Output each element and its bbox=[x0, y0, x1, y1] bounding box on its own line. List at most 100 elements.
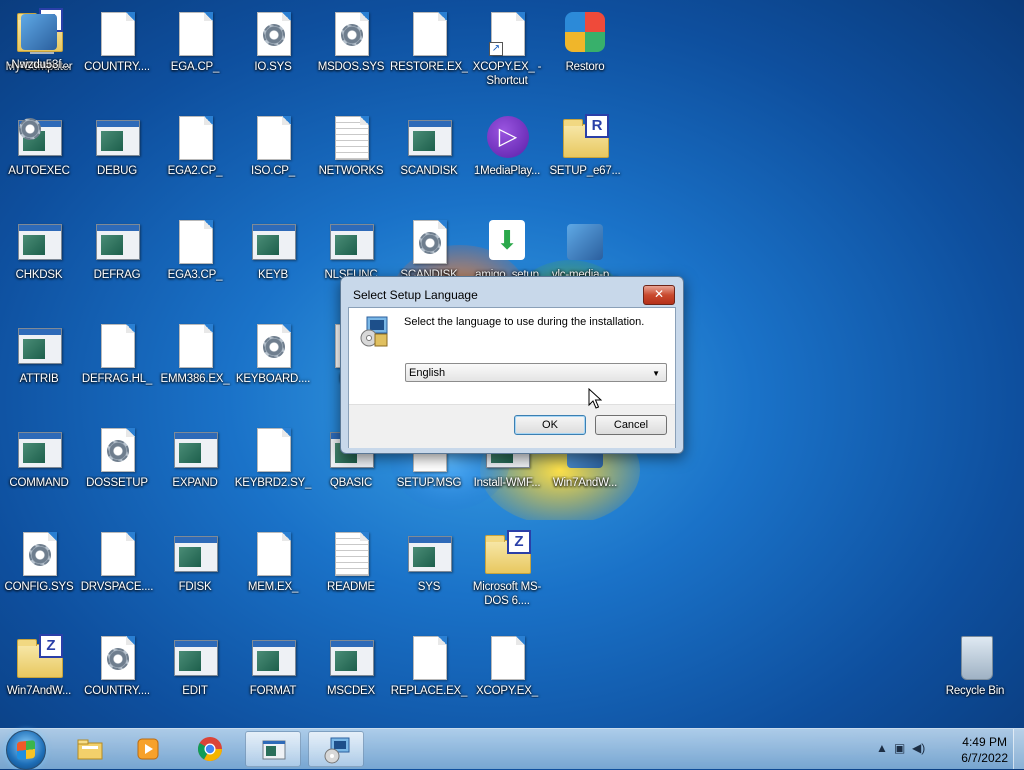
taskbar: ▲ ▣ ◀) 4:49 PM 6/7/2022 bbox=[0, 728, 1024, 770]
desktop-icon[interactable]: DEFRAG bbox=[78, 210, 156, 306]
show-desktop-button[interactable] bbox=[1013, 729, 1024, 769]
desktop-icon[interactable]: Z Win7AndW... bbox=[0, 626, 78, 722]
desktop-icon[interactable]: NETWORKS bbox=[312, 106, 390, 202]
desktop-icon-glyph: ↗ bbox=[483, 10, 531, 58]
desktop-icon[interactable]: DEBUG bbox=[78, 106, 156, 202]
file-icon bbox=[257, 116, 291, 160]
desktop-icon[interactable]: EDIT bbox=[156, 626, 234, 722]
desktop-icon[interactable]: KEYBRD2.SY_ bbox=[234, 418, 312, 514]
desktop-icon-label: COMMAND bbox=[9, 477, 69, 489]
desktop-icon[interactable]: AUTOEXEC bbox=[0, 106, 78, 202]
language-select[interactable]: English ▼ bbox=[405, 363, 667, 382]
file-icon bbox=[257, 428, 291, 472]
dialog-message: Select the language to use during the in… bbox=[404, 316, 645, 328]
network-icon[interactable]: ▣ bbox=[894, 741, 905, 755]
desktop-icon[interactable]: ▷ 1MediaPlay... bbox=[468, 106, 546, 202]
desktop-icon[interactable]: COUNTRY.... bbox=[78, 626, 156, 722]
desktop-icon[interactable]: CHKDSK bbox=[0, 210, 78, 306]
desktop-icon[interactable]: DEFRAG.HL_ bbox=[78, 314, 156, 410]
file-icon bbox=[179, 220, 213, 264]
desktop-icon-glyph bbox=[15, 426, 63, 474]
desktop-icon-label: COUNTRY.... bbox=[84, 61, 150, 73]
start-button[interactable] bbox=[6, 730, 46, 770]
desktop-icon-label: EMM386.EX_ bbox=[160, 373, 230, 385]
desktop-icon-label: IO.SYS bbox=[254, 61, 292, 73]
desktop-icon[interactable]: DOSSETUP bbox=[78, 418, 156, 514]
desktop-icon[interactable]: COUNTRY.... bbox=[78, 2, 156, 98]
desktop-icon-label: Microsoft MS-DOS 6.... bbox=[472, 581, 542, 607]
application-window-icon bbox=[96, 120, 140, 156]
clock-date: 6/7/2022 bbox=[961, 751, 1008, 765]
media-play-icon: ▷ bbox=[487, 116, 529, 158]
desktop-icon[interactable]: Z Microsoft MS-DOS 6.... bbox=[468, 522, 546, 618]
desktop-icon[interactable]: FORMAT bbox=[234, 626, 312, 722]
desktop-icon[interactable]: REPLACE.EX_ bbox=[390, 626, 468, 722]
desktop-icon[interactable]: EGA.CP_ bbox=[156, 2, 234, 98]
desktop-icon-label: Recycle Bin bbox=[945, 685, 1005, 697]
desktop-icon-glyph bbox=[15, 530, 63, 578]
desktop-icon-label: DEBUG bbox=[97, 165, 137, 177]
desktop-icon[interactable]: COMMAND bbox=[0, 418, 78, 514]
taskbar-window-app[interactable] bbox=[245, 731, 301, 767]
desktop-icon[interactable]: EMM386.EX_ bbox=[156, 314, 234, 410]
desktop-icon[interactable]: EXPAND bbox=[156, 418, 234, 514]
desktop-icon-glyph bbox=[171, 530, 219, 578]
desktop-icon-label: XCOPY.EX_ bbox=[476, 685, 538, 697]
taskbar-chrome[interactable] bbox=[182, 731, 238, 767]
desktop-icon-glyph bbox=[15, 114, 63, 162]
desktop-icon[interactable]: CONFIG.SYS bbox=[0, 522, 78, 618]
gear-icon bbox=[341, 24, 363, 46]
application-window-icon bbox=[408, 120, 452, 156]
taskbar-setup-installer[interactable] bbox=[308, 731, 364, 767]
desktop-icon[interactable]: ISO.CP_ bbox=[234, 106, 312, 202]
desktop-icon[interactable]: MEM.EX_ bbox=[234, 522, 312, 618]
desktop-icon[interactable]: SYS bbox=[390, 522, 468, 618]
desktop-icon[interactable]: MSCDEX bbox=[312, 626, 390, 722]
desktop-icon-label: README bbox=[326, 581, 375, 593]
desktop-icon[interactable]: R SETUP_e67... bbox=[546, 106, 624, 202]
taskbar-explorer[interactable] bbox=[62, 731, 118, 767]
volume-icon[interactable]: ◀) bbox=[912, 741, 925, 755]
desktop-icon[interactable]: RESTORE.EX_ bbox=[390, 2, 468, 98]
close-button[interactable]: ✕ bbox=[643, 285, 675, 305]
desktop-icon-label: EGA3.CP_ bbox=[167, 269, 223, 281]
desktop-icon-glyph bbox=[249, 634, 297, 682]
desktop-icon[interactable]: XCOPY.EX_ bbox=[468, 626, 546, 722]
desktop-icon[interactable]: IO.SYS bbox=[234, 2, 312, 98]
tray-expand-icon[interactable]: ▲ bbox=[876, 741, 888, 755]
desktop-icon[interactable]: ATTRIB bbox=[0, 314, 78, 410]
desktop-icon[interactable]: EGA2.CP_ bbox=[156, 106, 234, 202]
rar-badge-icon: R bbox=[585, 114, 609, 138]
application-window-icon bbox=[174, 640, 218, 676]
desktop-icon[interactable]: FDISK bbox=[156, 522, 234, 618]
desktop[interactable]: My Computer COUNTRY.... EGA.CP_ IO.SYS MSDOS… bbox=[0, 0, 1024, 728]
desktop-icon-label: Restoro bbox=[565, 61, 605, 73]
desktop-icon[interactable]: wzdu53 bbox=[0, 0, 78, 96]
desktop-icon-glyph bbox=[483, 634, 531, 682]
recycle-bin-icon bbox=[961, 636, 993, 680]
desktop-icon[interactable]: Restoro bbox=[546, 2, 624, 98]
application-window-icon bbox=[408, 536, 452, 572]
clock[interactable]: 4:49 PM 6/7/2022 bbox=[961, 734, 1008, 766]
desktop-icon-label: DEFRAG.HL_ bbox=[81, 373, 153, 385]
desktop-icon[interactable]: DRVSPACE.... bbox=[78, 522, 156, 618]
desktop-icon[interactable]: KEYBOARD.... bbox=[234, 314, 312, 410]
desktop-icon-label: wzdu53 bbox=[19, 59, 59, 71]
desktop-icon-glyph bbox=[93, 218, 141, 266]
desktop-icon[interactable]: MSDOS.SYS bbox=[312, 2, 390, 98]
desktop-icon[interactable]: KEYB bbox=[234, 210, 312, 306]
gear-icon bbox=[419, 232, 441, 254]
language-selected-value: English bbox=[409, 367, 446, 379]
taskbar-media-player[interactable] bbox=[120, 731, 176, 767]
desktop-icon[interactable]: README bbox=[312, 522, 390, 618]
setup-language-dialog: Select Setup Language ✕ Select the langu… bbox=[340, 276, 684, 454]
desktop-icon[interactable]: ↗ XCOPY.EX_ - Shortcut bbox=[468, 2, 546, 98]
desktop-icon-glyph: ⬇ bbox=[483, 218, 531, 266]
desktop-icon[interactable]: SCANDISK bbox=[390, 106, 468, 202]
cancel-button[interactable]: Cancel bbox=[595, 415, 667, 435]
application-window-icon bbox=[252, 640, 296, 676]
ok-button[interactable]: OK bbox=[514, 415, 586, 435]
desktop-icon-label: CHKDSK bbox=[15, 269, 63, 281]
desktop-icon[interactable]: Recycle Bin bbox=[936, 626, 1014, 722]
desktop-icon[interactable]: EGA3.CP_ bbox=[156, 210, 234, 306]
